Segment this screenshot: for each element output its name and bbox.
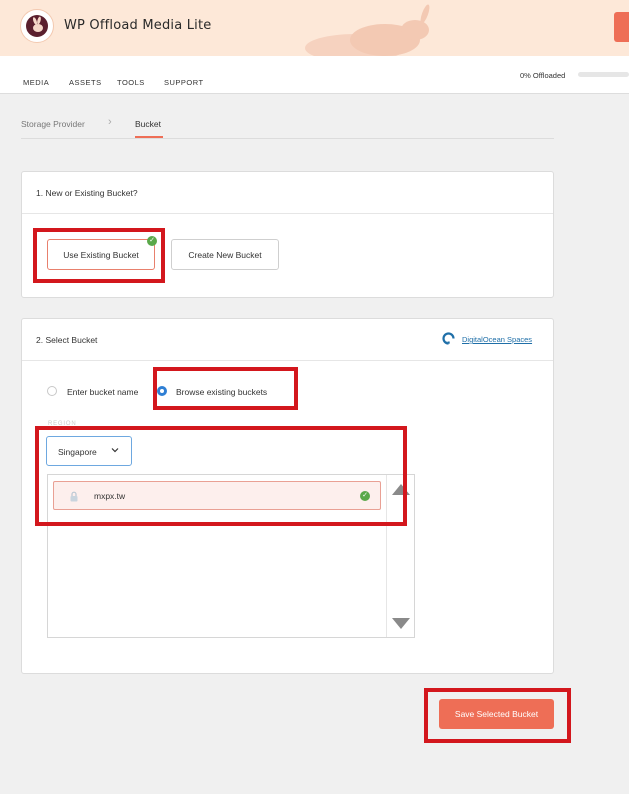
main-nav: MEDIA ASSETS TOOLS SUPPORT 0% Offloaded — [0, 56, 629, 94]
bucket-list-item[interactable]: mxpx.tw ✓ — [53, 481, 381, 510]
enter-bucket-name-radio[interactable] — [47, 386, 57, 396]
panel-header: 1. New or Existing Bucket? — [22, 172, 553, 214]
region-select[interactable]: Singapore — [46, 436, 132, 466]
bucket-list: mxpx.tw ✓ — [47, 474, 415, 638]
digitalocean-icon — [442, 332, 455, 345]
use-existing-bucket-button[interactable]: Use Existing Bucket — [47, 239, 155, 270]
bucket-choice-panel: 1. New or Existing Bucket? — [21, 171, 554, 298]
breadcrumb-bucket[interactable]: Bucket — [135, 119, 161, 129]
scroll-down-arrow-icon[interactable] — [392, 618, 410, 629]
lock-icon — [70, 491, 78, 502]
app-logo — [20, 9, 54, 43]
nav-tools[interactable]: TOOLS — [117, 78, 145, 87]
header-action-button[interactable] — [614, 12, 629, 42]
header-decoration — [305, 4, 430, 56]
section1-title: 1. New or Existing Bucket? — [36, 188, 138, 198]
bucket-list-scrollbar[interactable] — [386, 475, 415, 637]
nav-media[interactable]: MEDIA — [23, 78, 49, 87]
app-header: WP Offload Media Lite — [0, 0, 629, 56]
offload-status: 0% Offloaded — [520, 71, 566, 80]
check-icon: ✓ — [147, 236, 157, 246]
create-new-bucket-label: Create New Bucket — [188, 249, 262, 260]
bucket-name: mxpx.tw — [94, 491, 126, 501]
breadcrumb-storage-provider[interactable]: Storage Provider — [21, 119, 85, 129]
provider-link[interactable]: DigitalOcean Spaces — [462, 335, 532, 344]
section2-title: 2. Select Bucket — [36, 335, 98, 345]
check-icon: ✓ — [360, 491, 370, 501]
save-button-label: Save Selected Bucket — [454, 709, 539, 719]
breadcrumb-divider — [21, 138, 554, 139]
region-label: REGION — [48, 421, 77, 427]
browse-buckets-radio[interactable] — [157, 386, 167, 396]
create-new-bucket-button[interactable]: Create New Bucket — [171, 239, 279, 270]
nav-assets[interactable]: ASSETS — [69, 78, 102, 87]
chevron-down-icon — [111, 448, 119, 453]
use-existing-bucket-label: Use Existing Bucket — [63, 249, 139, 260]
browse-buckets-label[interactable]: Browse existing buckets — [176, 387, 267, 397]
nav-support[interactable]: SUPPORT — [164, 78, 204, 87]
save-selected-bucket-button[interactable]: Save Selected Bucket — [439, 699, 554, 729]
scroll-up-arrow-icon[interactable] — [392, 484, 410, 495]
rabbit-logo-icon — [26, 15, 48, 37]
chevron-right-icon: › — [108, 116, 112, 128]
region-value: Singapore — [58, 447, 97, 457]
offload-progress-bar — [578, 72, 629, 77]
app-title: WP Offload Media Lite — [64, 18, 212, 33]
enter-bucket-name-label[interactable]: Enter bucket name — [67, 387, 138, 397]
